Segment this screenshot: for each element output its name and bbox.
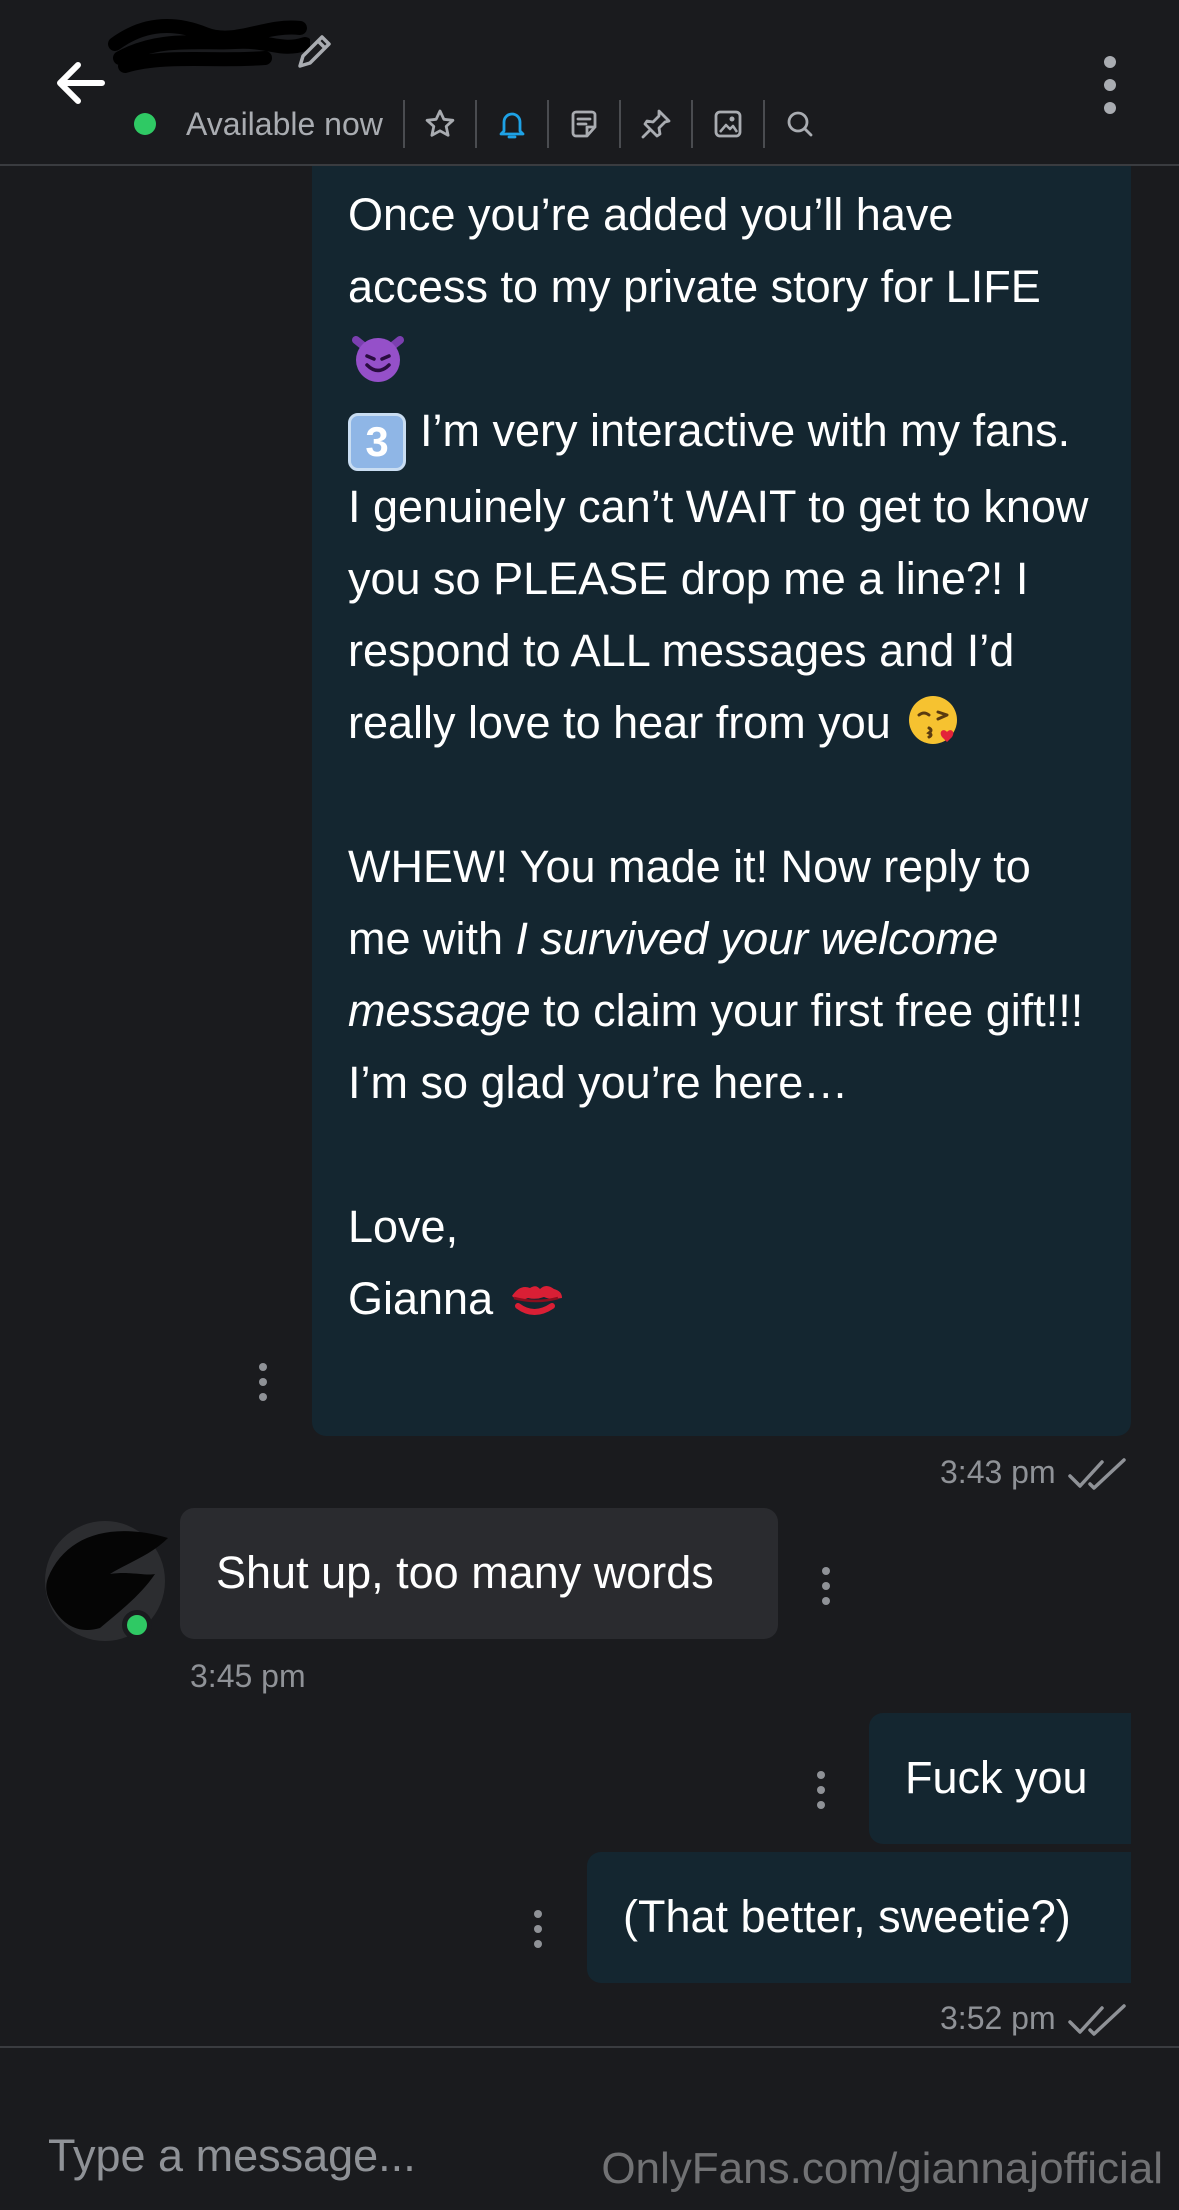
search-icon: [787, 111, 813, 137]
search-button[interactable]: [765, 100, 835, 148]
read-double-check-icon: [1068, 1458, 1126, 1490]
message-bubble-incoming[interactable]: Shut up, too many words: [180, 1508, 778, 1639]
availability-status: Available now: [186, 105, 383, 142]
face-blowing-kiss-emoji: [909, 696, 958, 744]
message-line: access to my private story for LIFE: [348, 261, 1041, 312]
message-timestamp: 3:45 pm: [190, 1658, 306, 1694]
message-text: Fuck you: [905, 1752, 1088, 1803]
signature-name: Gianna: [348, 1273, 494, 1324]
more-vertical-icon[interactable]: [1092, 54, 1128, 116]
message-signoff: Love,: [348, 1201, 459, 1252]
message-paragraph: 3 I’m very interactive with my fans. I ge…: [348, 395, 1095, 759]
message-bubble-outgoing[interactable]: Once you’re added you’ll have access to m…: [312, 166, 1131, 1436]
notes-button[interactable]: [549, 100, 619, 148]
message-options-icon[interactable]: [813, 1770, 829, 1810]
message-timestamp: 3:43 pm: [940, 1454, 1056, 1490]
note-icon: [571, 110, 597, 138]
message-options-icon[interactable]: [530, 1909, 546, 1949]
message-options-icon[interactable]: [255, 1362, 271, 1402]
redacted-username: [108, 19, 310, 73]
keycap-3-emoji: 3: [348, 413, 406, 471]
favorite-button[interactable]: [405, 100, 475, 148]
media-button[interactable]: [693, 100, 763, 148]
pin-icon: [641, 109, 671, 139]
image-icon: [714, 110, 742, 138]
message-timestamp: 3:52 pm: [940, 2000, 1056, 2036]
notifications-button[interactable]: [477, 100, 547, 148]
kiss-mark-emoji: [511, 1286, 562, 1315]
star-icon: [425, 109, 455, 137]
message-text: Shut up, too many words: [216, 1547, 714, 1598]
online-indicator: [134, 113, 156, 135]
message-text: I’m very interactive with my fans. I gen…: [348, 405, 1101, 748]
message-bubble-outgoing[interactable]: Fuck you: [869, 1713, 1131, 1844]
online-indicator: [122, 1610, 152, 1640]
watermark: OnlyFans.com/giannajofficial: [601, 2144, 1163, 2193]
pin-button[interactable]: [621, 100, 691, 148]
bell-icon: [499, 112, 525, 139]
chat-header: Available now: [0, 0, 1179, 166]
status-toolbar: Available now: [134, 100, 835, 148]
message-signature: Gianna: [348, 1263, 1095, 1335]
message-bubble-outgoing[interactable]: (That better, sweetie?): [587, 1852, 1131, 1983]
message-options-icon[interactable]: [818, 1566, 834, 1606]
edit-pencil-icon[interactable]: [292, 30, 336, 74]
message-line: Once you’re added you’ll have: [348, 189, 954, 240]
message-emoji-line: [348, 323, 1095, 395]
message-paragraph: WHEW! You made it! Now reply to me with …: [348, 831, 1095, 1119]
smiling-devil-emoji: [352, 336, 404, 382]
message-text: (That better, sweetie?): [623, 1891, 1071, 1942]
read-double-check-icon: [1068, 2004, 1126, 2036]
